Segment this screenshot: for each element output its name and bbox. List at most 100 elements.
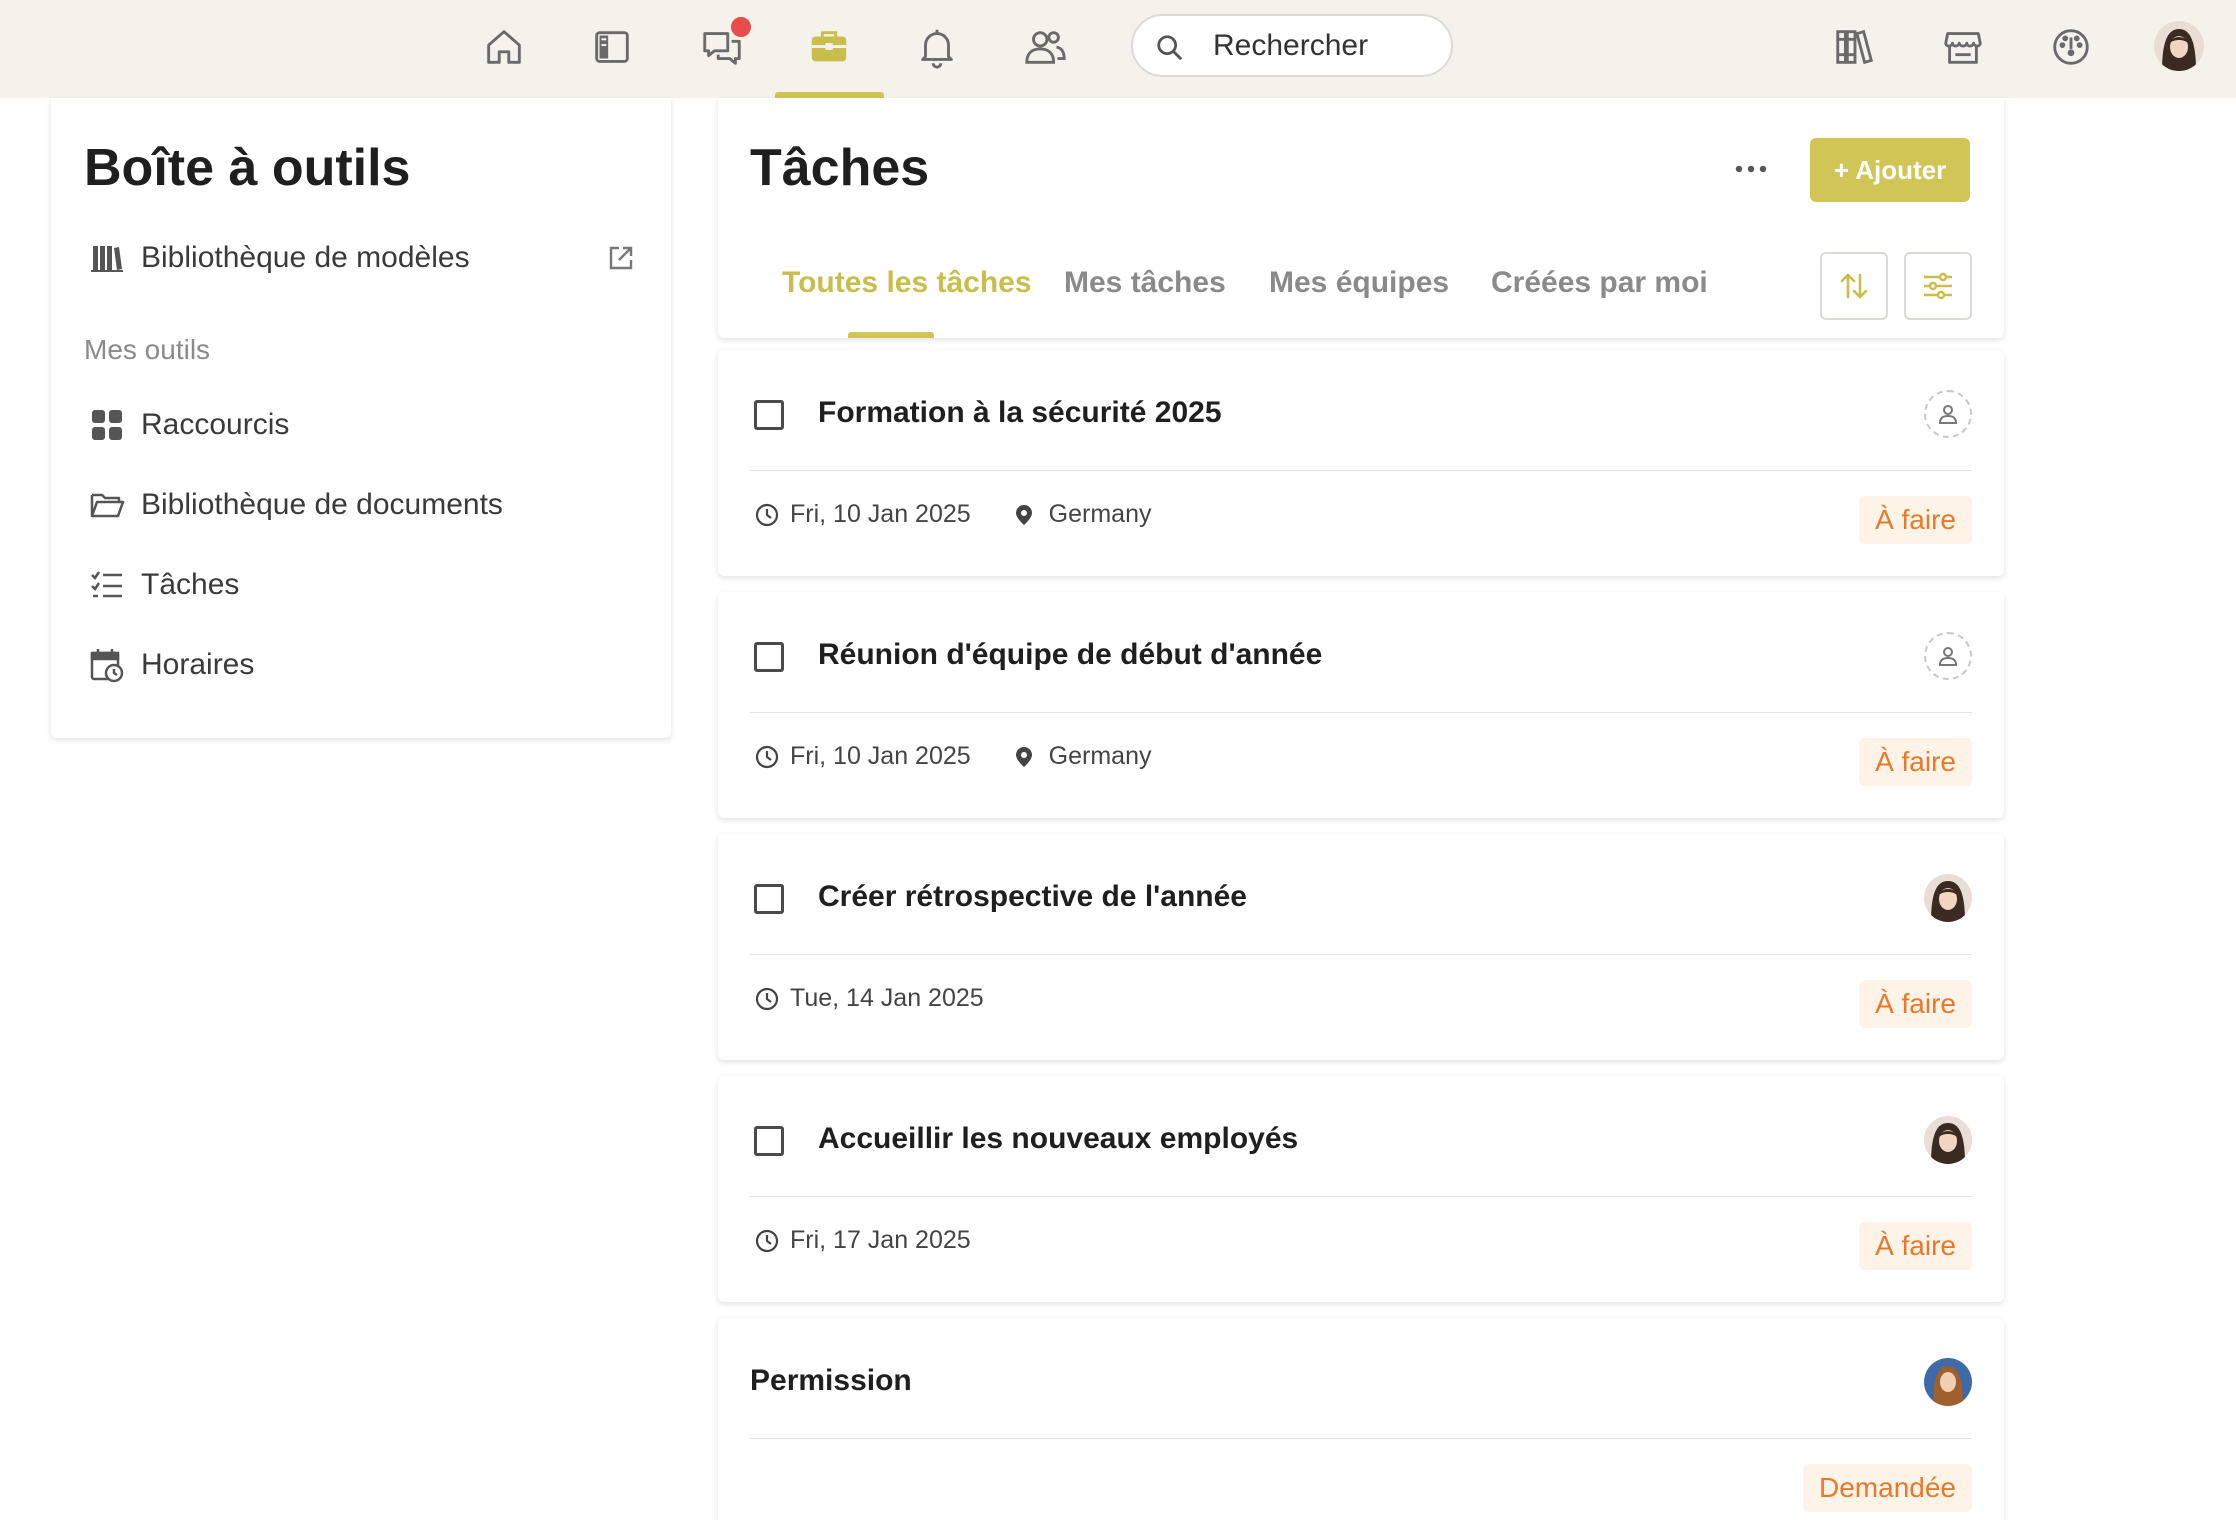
folder-icon — [90, 493, 125, 518]
clock-icon — [755, 503, 779, 526]
store-icon — [1944, 32, 1982, 64]
avatar-image-icon — [1924, 1116, 1972, 1164]
briefcase-icon — [811, 31, 847, 62]
avatar-image-icon — [1924, 1358, 1972, 1406]
sidebar-item-label: Raccourcis — [141, 408, 290, 441]
card-divider — [750, 1196, 1972, 1197]
sort-icon — [1840, 273, 1868, 299]
toolbox-panel: Boîte à outils Bibliothèque de modèles M… — [51, 98, 671, 738]
task-card[interactable]: Réunion d'équipe de début d'année Fri, 1… — [718, 592, 2004, 818]
notifications-nav-button[interactable] — [901, 14, 973, 80]
store-button[interactable] — [1927, 14, 1999, 80]
sidebar-nav-button[interactable] — [576, 14, 648, 80]
task-location: Germany — [1048, 500, 1152, 528]
task-card[interactable]: Créer rétrospective de l'année Tue, 14 J… — [718, 834, 2004, 1060]
checklist-icon — [91, 571, 122, 598]
template-library-label: Bibliothèque de modèles — [141, 241, 470, 274]
template-library-link[interactable]: Bibliothèque de modèles — [89, 234, 470, 282]
card-divider — [750, 1438, 1972, 1439]
task-meta: Fri, 10 Jan 2025 Germany — [754, 742, 1151, 771]
tab-all-tasks[interactable]: Toutes les tâches — [782, 266, 1032, 300]
library-icon — [91, 246, 123, 272]
status-badge[interactable]: À faire — [1859, 738, 1972, 786]
assignee-avatar[interactable] — [1924, 874, 1972, 922]
users-icon — [1025, 31, 1066, 64]
filter-button[interactable] — [1904, 252, 1972, 320]
assignee-avatar[interactable] — [1924, 1116, 1972, 1164]
task-checkbox[interactable] — [754, 400, 784, 430]
external-link-icon[interactable] — [606, 243, 636, 273]
my-tools-section-label: Mes outils — [84, 334, 211, 365]
task-title: Réunion d'équipe de début d'année — [818, 638, 1323, 671]
sliders-icon — [1924, 272, 1952, 300]
unassigned-assignee[interactable] — [1924, 632, 1972, 680]
clock-icon — [755, 987, 779, 1010]
dashboard-button[interactable] — [2035, 14, 2107, 80]
card-divider — [750, 470, 1972, 471]
unassigned-assignee[interactable] — [1924, 390, 1972, 438]
sidebar-item-shortcuts[interactable]: Raccourcis — [89, 401, 289, 449]
status-badge[interactable]: Demandée — [1803, 1464, 1972, 1512]
home-icon — [487, 30, 521, 64]
more-horizontal-icon — [1735, 165, 1767, 173]
calendar-clock-icon — [90, 649, 124, 683]
home-nav-button[interactable] — [468, 14, 540, 80]
avatar-image-icon — [1924, 874, 1972, 922]
status-badge[interactable]: À faire — [1859, 496, 1972, 544]
card-divider — [750, 712, 1972, 713]
more-options-button[interactable] — [1728, 146, 1774, 192]
task-location: Germany — [1048, 742, 1152, 770]
toolbox-title: Boîte à outils — [84, 139, 411, 197]
sidebar-item-label: Tâches — [141, 568, 240, 601]
task-title: Créer rétrospective de l'année — [818, 880, 1247, 913]
bell-icon — [921, 29, 953, 69]
sidebar-item-document-library[interactable]: Bibliothèque de documents — [89, 481, 503, 529]
task-checkbox[interactable] — [754, 642, 784, 672]
tab-created-by-me[interactable]: Créées par moi — [1491, 266, 1708, 300]
assignee-avatar[interactable] — [1924, 1358, 1972, 1406]
active-tab-indicator — [848, 332, 934, 338]
tab-my-teams[interactable]: Mes équipes — [1269, 266, 1449, 300]
task-card[interactable]: Accueillir les nouveaux employés Fri, 17… — [718, 1076, 2004, 1302]
grid-icon — [92, 410, 122, 440]
user-avatar[interactable] — [2154, 21, 2204, 71]
sidebar-icon — [595, 31, 629, 63]
location-pin-icon — [1015, 746, 1032, 767]
task-meta: Tue, 14 Jan 2025 — [754, 984, 984, 1013]
library-button[interactable] — [1819, 14, 1891, 80]
people-nav-button[interactable] — [1009, 14, 1081, 80]
task-card[interactable]: Permission Demandée — [718, 1318, 2004, 1520]
task-card[interactable]: Formation à la sécurité 2025 Fri, 10 Jan… — [718, 350, 2004, 576]
gauge-icon — [2053, 29, 2089, 65]
user-icon — [1938, 647, 1958, 666]
task-title: Accueillir les nouveaux employés — [818, 1122, 1299, 1155]
toolbox-nav-button[interactable] — [793, 14, 865, 80]
card-divider — [750, 954, 1972, 955]
task-date: Fri, 10 Jan 2025 — [790, 500, 971, 528]
task-date: Fri, 17 Jan 2025 — [790, 1226, 971, 1254]
add-task-button[interactable]: + Ajouter — [1810, 138, 1970, 202]
task-title: Formation à la sécurité 2025 — [818, 396, 1222, 429]
task-title: Permission — [750, 1364, 912, 1397]
sidebar-item-tasks[interactable]: Tâches — [89, 561, 239, 609]
location-pin-icon — [1015, 504, 1032, 525]
notification-badge — [728, 14, 754, 40]
sidebar-item-label: Bibliothèque de documents — [141, 488, 503, 521]
search-icon — [1157, 35, 1183, 61]
sidebar-item-schedules[interactable]: Horaires — [89, 641, 254, 689]
status-badge[interactable]: À faire — [1859, 1222, 1972, 1270]
search-bar[interactable] — [1131, 14, 1453, 77]
task-date: Tue, 14 Jan 2025 — [790, 984, 984, 1012]
avatar-image-icon — [2154, 21, 2204, 71]
status-badge[interactable]: À faire — [1859, 980, 1972, 1028]
search-input[interactable] — [1213, 26, 1433, 66]
tab-my-tasks[interactable]: Mes tâches — [1064, 266, 1226, 300]
task-checkbox[interactable] — [754, 884, 784, 914]
task-meta: Fri, 17 Jan 2025 — [754, 1226, 971, 1255]
task-checkbox[interactable] — [754, 1126, 784, 1156]
library-icon — [1836, 29, 1874, 65]
task-date: Fri, 10 Jan 2025 — [790, 742, 971, 770]
sort-button[interactable] — [1820, 252, 1888, 320]
task-meta: Fri, 10 Jan 2025 Germany — [754, 500, 1151, 529]
tasks-header-panel: Tâches + Ajouter Toutes les tâches Mes t… — [718, 98, 2004, 338]
